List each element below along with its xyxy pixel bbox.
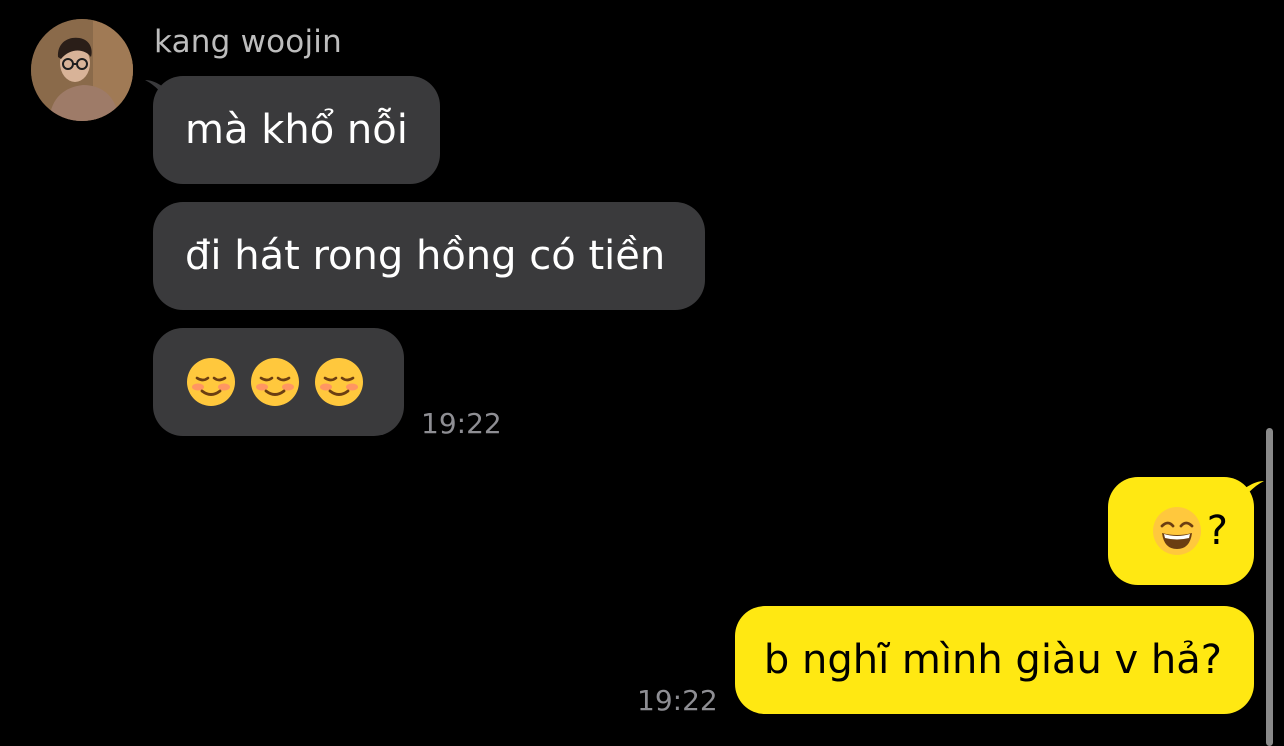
incoming-message-bubble[interactable]: mà khổ nỗi	[153, 76, 440, 184]
incoming-timestamp: 19:22	[421, 407, 502, 440]
scrollbar[interactable]	[1266, 428, 1273, 746]
avatar-photo	[31, 19, 133, 121]
incoming-emoji-bubble[interactable]	[153, 328, 404, 436]
sender-name: kang woojin	[154, 24, 342, 60]
outgoing-timestamp: 19:22	[637, 684, 718, 717]
smiling-face-emoji	[187, 358, 235, 406]
incoming-message-bubble[interactable]: đi hát rong hồng có tiền	[153, 202, 705, 310]
message-text: mà khổ nỗi	[185, 107, 408, 153]
chat-window: kang woojin mà khổ nỗi đi hát rong hồng …	[0, 0, 1284, 746]
grinning-face-with-smiling-eyes-emoji	[1152, 507, 1201, 555]
smiling-face-emoji	[251, 358, 299, 406]
message-text: b nghĩ mình giàu v hả?	[763, 637, 1222, 683]
outgoing-message-bubble[interactable]: ?	[1108, 477, 1254, 585]
message-text: ?	[1206, 508, 1228, 554]
smiling-face-emoji	[315, 358, 363, 406]
avatar[interactable]	[31, 19, 133, 121]
message-text: đi hát rong hồng có tiền	[185, 233, 666, 279]
outgoing-message-bubble[interactable]: b nghĩ mình giàu v hả?	[735, 606, 1254, 714]
